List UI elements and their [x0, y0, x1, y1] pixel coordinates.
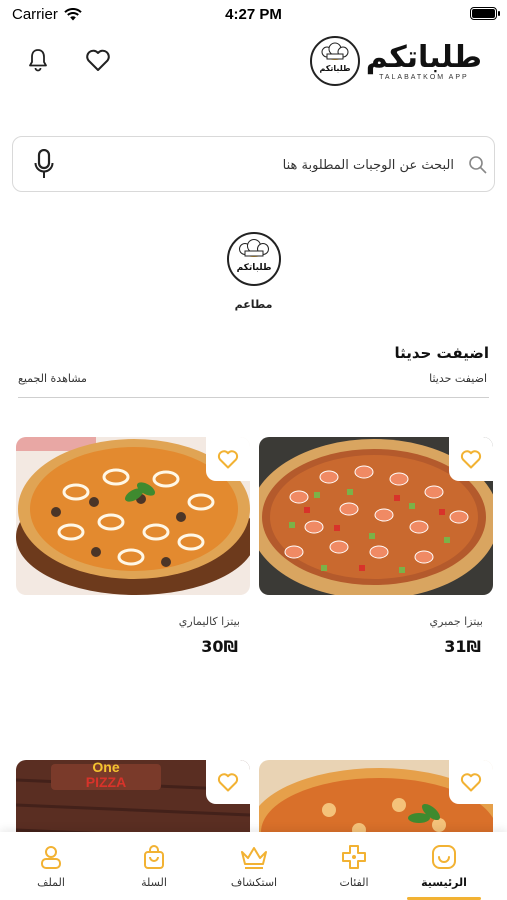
nav-label: الملف — [37, 876, 65, 889]
crown-icon — [241, 847, 267, 869]
search-icon — [469, 156, 487, 174]
clock: 4:27 PM — [225, 6, 282, 23]
nav-label: الفئات — [339, 876, 369, 889]
nav-label: الرئيسية — [421, 876, 467, 889]
svg-text:طلباتكم: طلباتكم — [319, 64, 350, 73]
nav-label: السلة — [141, 876, 167, 889]
heart-icon — [460, 773, 482, 792]
favorite-button[interactable] — [206, 437, 250, 481]
favorite-button[interactable] — [449, 437, 493, 481]
product-name: بيتزا جمبري — [429, 615, 483, 628]
category-label: مطاعم — [234, 298, 273, 311]
category-logo: طلباتكم — [226, 232, 281, 286]
nav-explore[interactable]: استكشاف — [209, 832, 299, 900]
product-price: 30₪ — [201, 637, 238, 656]
nav-label: استكشاف — [230, 876, 278, 889]
heart-icon — [460, 450, 482, 469]
microphone-icon — [34, 149, 54, 178]
logo-wordmark: طلباتكم TALABATKOM APP — [365, 39, 482, 81]
search-bar — [12, 136, 495, 192]
favorite-button[interactable] — [449, 760, 493, 804]
category-restaurants[interactable]: طلباتكم مطاعم — [0, 232, 507, 311]
status-bar: Carrier 4:27 PM — [0, 0, 507, 30]
favorites-button[interactable] — [80, 42, 116, 78]
nav-home[interactable]: الرئيسية — [399, 832, 489, 900]
nav-categories[interactable]: الفئات — [309, 832, 399, 900]
notifications-button[interactable] — [20, 42, 56, 78]
home-icon — [432, 845, 456, 869]
product-image — [16, 437, 250, 595]
product-image — [259, 437, 493, 595]
categories-icon — [342, 845, 366, 869]
favorite-button[interactable] — [206, 760, 250, 804]
heart-icon — [217, 773, 239, 792]
product-name: بيتزا كاليماري — [178, 615, 240, 628]
app-header: طلباتكم طلباتكم TALABATKOM APP — [0, 36, 507, 86]
voice-search-button[interactable] — [31, 147, 57, 183]
svg-text:طلباتكم: طلباتكم — [236, 263, 271, 273]
product-price: 31₪ — [444, 637, 481, 656]
shopping-bag-icon — [144, 845, 164, 869]
search-input[interactable] — [83, 153, 454, 177]
svg-text:One: One — [92, 760, 119, 775]
bottom-navigation: الرئيسية الفئات استكشاف السلة الملف — [0, 832, 507, 900]
svg-text:PIZZA: PIZZA — [86, 774, 126, 790]
logo-text: طلباتكم — [365, 39, 482, 75]
section-subtitle: اضيفت حديثا — [429, 372, 487, 385]
nav-profile[interactable]: الملف — [6, 832, 96, 900]
logo-subtitle: TALABATKOM APP — [379, 73, 469, 81]
product-card[interactable]: بيتزا كاليماري 30₪ — [16, 437, 250, 656]
chef-hat-logo-icon: طلباتكم — [319, 42, 350, 73]
product-card[interactable]: بيتزا جمبري 31₪ — [259, 437, 493, 656]
profile-icon — [41, 846, 61, 869]
heart-icon — [86, 49, 110, 71]
restaurant-logo-icon: طلباتكم — [236, 239, 271, 273]
bell-icon — [29, 49, 47, 72]
battery-icon — [470, 7, 500, 20]
divider — [18, 397, 489, 398]
section-title: اضيفت حديثا — [394, 344, 489, 362]
nav-cart[interactable]: السلة — [109, 832, 199, 900]
heart-icon — [217, 450, 239, 469]
see-all-link[interactable]: مشاهدة الجميع — [18, 372, 87, 385]
app-logo: طلباتكم طلباتكم TALABATKOM APP — [309, 36, 482, 86]
logo-badge: طلباتكم — [309, 36, 360, 86]
